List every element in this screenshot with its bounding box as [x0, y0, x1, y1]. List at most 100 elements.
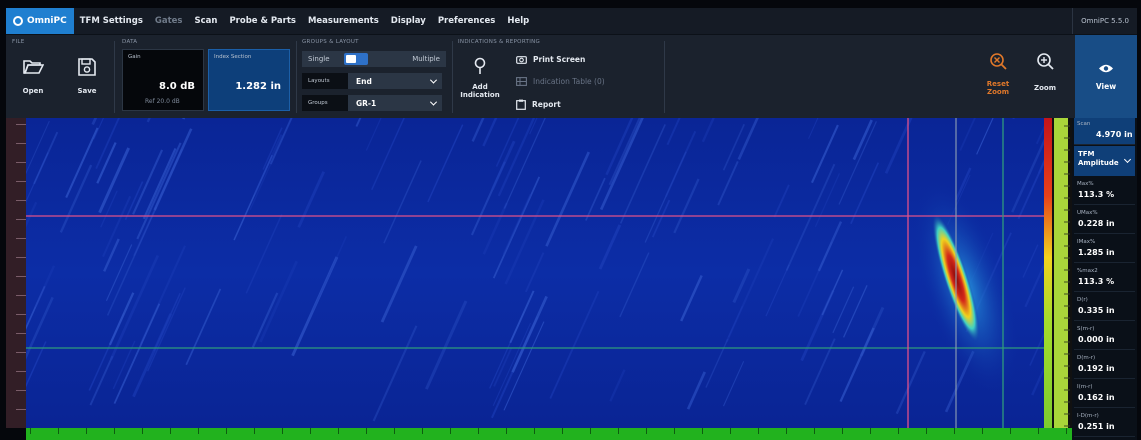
ruler-tick — [814, 428, 815, 434]
file-group-title: FILE — [12, 39, 25, 45]
version-label: OmniPC 5.5.0 — [1072, 8, 1137, 34]
ruler-tick — [86, 428, 87, 434]
readings-panel: Scan 4.970 in TFM Amplitude Max% 113.3 % U… — [1072, 118, 1137, 440]
scan-canvas — [26, 118, 1044, 428]
reading-label: I-D(m-r) — [1077, 413, 1099, 419]
readings-mode-select[interactable]: TFM Amplitude — [1074, 146, 1135, 176]
view-button[interactable]: View — [1075, 35, 1137, 119]
reading-label: Max% — [1077, 181, 1094, 187]
menu-scan[interactable]: Scan — [189, 16, 224, 26]
reading-label: I(m-r) — [1077, 384, 1093, 390]
ruler-tick — [16, 409, 26, 410]
indication-table-label: Indication Table (0) — [533, 77, 605, 86]
print-screen-label: Print Screen — [533, 55, 586, 64]
divider — [296, 41, 297, 113]
folder-open-icon — [23, 60, 44, 74]
ruler-tick — [16, 352, 26, 353]
readings-mode-value: TFM Amplitude — [1078, 150, 1119, 167]
menu-tfm-settings[interactable]: TFM Settings — [74, 16, 149, 26]
groups-dropdown[interactable]: GR-1 — [348, 95, 442, 111]
save-button[interactable]: Save — [72, 57, 102, 95]
ruler-tick — [16, 181, 26, 182]
ruler-tick — [730, 428, 731, 434]
omnipc-menu[interactable]: OmniPC — [6, 8, 74, 34]
zoom-button[interactable]: Zoom — [1030, 51, 1060, 92]
layout-toggle-switch[interactable] — [343, 53, 368, 65]
view-label: View — [1095, 82, 1117, 91]
reading-value: 0.000 in — [1078, 335, 1115, 344]
ruler-tick — [506, 428, 507, 434]
add-indication-label: Add Indication — [460, 83, 500, 99]
save-disk-icon — [78, 58, 96, 76]
ruler-tick — [16, 124, 26, 125]
indication-table-button[interactable]: Indication Table (0) — [516, 77, 605, 86]
ruler-tick — [198, 428, 199, 434]
reading-value: 0.162 in — [1078, 393, 1115, 402]
ruler-tick — [16, 257, 26, 258]
menu-bar: OmniPC TFM Settings Gates Scan Probe & P… — [6, 8, 1137, 34]
layouts-select[interactable]: Layouts End — [302, 73, 442, 89]
ruler-tick — [478, 428, 479, 434]
reset-zoom-button[interactable]: Reset Zoom — [980, 51, 1016, 96]
ruler-tick — [338, 428, 339, 434]
ruler-tick — [786, 428, 787, 434]
index-section-value: 1.282 in — [235, 81, 281, 92]
reading-row[interactable]: S(m-r) 0.000 in — [1074, 323, 1135, 350]
ruler-tick — [702, 428, 703, 434]
ruler-tick — [870, 428, 871, 434]
clipboard-icon — [516, 99, 526, 110]
gain-field[interactable]: Gain 8.0 dB Ref 20.0 dB — [122, 49, 204, 111]
layouts-dropdown[interactable]: End — [348, 73, 442, 89]
reading-label: S(m-r) — [1077, 326, 1095, 332]
groups-value: GR-1 — [356, 98, 377, 108]
omnipc-logo-icon — [13, 16, 23, 26]
gain-value: 8.0 dB — [159, 81, 195, 92]
ruler-tick — [394, 428, 395, 434]
reading-row[interactable]: %max2 113.3 % — [1074, 265, 1135, 292]
reading-row[interactable]: D(m-r) 0.192 in — [1074, 352, 1135, 379]
menu-measurements[interactable]: Measurements — [302, 16, 385, 26]
print-screen-button[interactable]: Print Screen — [516, 55, 585, 64]
gain-label: Gain — [128, 54, 141, 60]
menu-display[interactable]: Display — [385, 16, 432, 26]
camera-icon — [516, 56, 527, 64]
eye-icon — [1099, 64, 1113, 73]
reading-row[interactable]: Max% 113.3 % — [1074, 178, 1135, 205]
reading-row[interactable]: UMax% 0.228 in — [1074, 207, 1135, 234]
tfm-amplitude-image[interactable] — [26, 118, 1044, 428]
scan-reading-label: Scan — [1077, 121, 1091, 127]
ruler-tick — [142, 428, 143, 434]
menu-help[interactable]: Help — [501, 16, 535, 26]
open-label: Open — [22, 87, 44, 95]
scan-reading[interactable]: Scan 4.970 in — [1074, 118, 1135, 145]
ruler-tick — [254, 428, 255, 434]
reading-row[interactable]: IMax% 1.285 in — [1074, 236, 1135, 263]
index-section-field[interactable]: Index Section 1.282 in — [208, 49, 290, 111]
add-indication-button[interactable]: Add Indication — [458, 57, 502, 99]
palette-gradient — [1044, 118, 1052, 428]
groups-label: Groups — [302, 95, 348, 111]
open-button[interactable]: Open — [18, 57, 48, 95]
ruler-tick — [16, 295, 26, 296]
ruler-tick — [16, 143, 26, 144]
ruler-tick — [1038, 428, 1039, 434]
single-multiple-toggle[interactable]: Single Multiple — [302, 51, 446, 67]
menu-preferences[interactable]: Preferences — [432, 16, 502, 26]
reading-row[interactable]: I(m-r) 0.162 in — [1074, 381, 1135, 408]
menu-gates[interactable]: Gates — [149, 16, 189, 26]
divider — [664, 41, 665, 113]
ruler-tick — [954, 428, 955, 434]
ruler-tick — [562, 428, 563, 434]
reading-row[interactable]: D(r) 0.335 in — [1074, 294, 1135, 321]
groups-select[interactable]: Groups GR-1 — [302, 95, 442, 111]
ruler-tick — [282, 428, 283, 434]
reading-value: 0.251 in — [1078, 422, 1115, 431]
reading-label: %max2 — [1077, 268, 1098, 274]
palette-strip — [1054, 118, 1068, 428]
gain-reference: Ref 20.0 dB — [145, 98, 180, 105]
menu-probe-parts[interactable]: Probe & Parts — [223, 16, 302, 26]
reading-row[interactable]: I-D(m-r) 0.251 in — [1074, 410, 1135, 437]
reading-value: 0.228 in — [1078, 219, 1115, 228]
report-button[interactable]: Report — [516, 99, 561, 110]
ruler-tick — [450, 428, 451, 434]
